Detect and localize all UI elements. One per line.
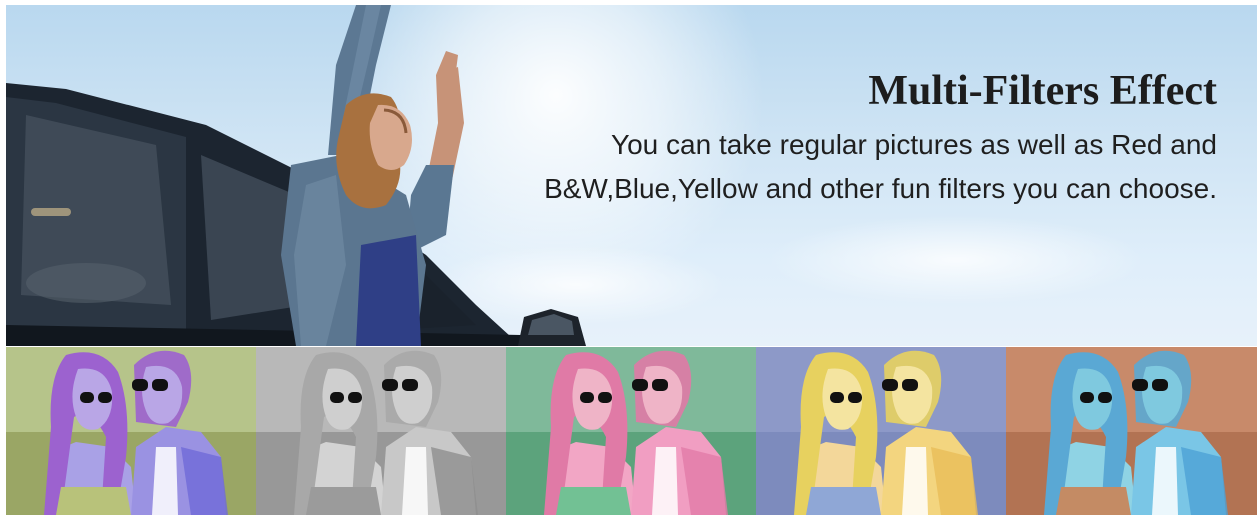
sunglasses-icon (348, 392, 362, 403)
right-woman-face (142, 365, 183, 424)
sunglasses-icon (1152, 379, 1168, 391)
filter-samples (6, 347, 1257, 515)
hero-photo: Multi-Filters Effect You can take regula… (6, 5, 1257, 346)
filter-sample-pink-green (506, 347, 756, 515)
right-woman-tee (902, 447, 928, 515)
sunglasses-icon (848, 392, 862, 403)
right-woman-face (642, 365, 683, 424)
left-woman-overalls (806, 487, 881, 515)
filter-sample-yellow (756, 347, 1006, 515)
sunglasses-icon (98, 392, 112, 403)
filter-sample-purple (6, 347, 256, 515)
left-woman-overalls (56, 487, 131, 515)
filter-sample-blue (1006, 347, 1257, 515)
right-woman-face (1142, 365, 1183, 424)
right-woman-face (392, 365, 433, 424)
sunglasses-icon (80, 392, 94, 403)
sunglasses-icon (330, 392, 344, 403)
sunglasses-icon (152, 379, 168, 391)
filters-banner: Multi-Filters Effect You can take regula… (0, 0, 1257, 515)
sunglasses-icon (632, 379, 648, 391)
right-woman-tee (402, 447, 428, 515)
hero-title: Multi-Filters Effect (868, 68, 1217, 114)
left-woman-overalls (556, 487, 631, 515)
left-woman-overalls (1056, 487, 1131, 515)
right-woman-tee (1152, 447, 1178, 515)
sunglasses-icon (598, 392, 612, 403)
right-woman-tee (652, 447, 678, 515)
side-mirror (518, 309, 586, 346)
sunglasses-icon (1080, 392, 1094, 403)
filter-sample-bw (256, 347, 506, 515)
sunglasses-icon (132, 379, 148, 391)
sunglasses-icon (652, 379, 668, 391)
left-woman-overalls (306, 487, 381, 515)
sunglasses-icon (382, 379, 398, 391)
sunglasses-icon (830, 392, 844, 403)
sunglasses-icon (1098, 392, 1112, 403)
sunglasses-icon (882, 379, 898, 391)
sunglasses-icon (902, 379, 918, 391)
sunglasses-icon (580, 392, 594, 403)
right-woman-face (892, 365, 933, 424)
sunglasses-icon (1132, 379, 1148, 391)
hero-description: You can take regular pictures as well as… (544, 129, 1217, 204)
right-woman-tee (152, 447, 178, 515)
sunglasses-icon (402, 379, 418, 391)
